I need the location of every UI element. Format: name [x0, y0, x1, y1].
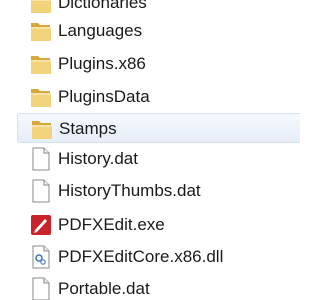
file-row-history-dat[interactable]: History.dat: [17, 144, 300, 174]
file-icon: [30, 179, 52, 203]
file-row-languages[interactable]: Languages: [17, 16, 300, 46]
file-row-label: Plugins.x86: [58, 54, 146, 73]
file-row-label: History.dat: [58, 149, 138, 168]
file-row-label: Languages: [58, 21, 143, 40]
file-row-stamps[interactable]: Stamps: [17, 113, 300, 143]
file-row-pdfxedit-exe[interactable]: PDFXEdit.exe: [17, 210, 300, 240]
file-icon: [30, 147, 52, 171]
folder-icon: [30, 52, 52, 76]
file-row-label: PluginsData: [58, 87, 150, 106]
dll-file-icon: [30, 245, 52, 269]
file-list: Dictionaries Languages Plugins.x86 Plugi…: [0, 0, 300, 300]
folder-icon: [30, 19, 52, 43]
file-row-label: Portable.dat: [58, 279, 150, 298]
folder-icon: [31, 117, 53, 141]
file-row-label: PDFXEditCore.x86.dll: [58, 247, 224, 266]
file-row-historythumbs-dat[interactable]: HistoryThumbs.dat: [17, 176, 300, 206]
file-row-label: Stamps: [59, 119, 117, 138]
file-row-label: HistoryThumbs.dat: [58, 181, 201, 200]
file-row-pdfxeditcore-dll[interactable]: PDFXEditCore.x86.dll: [17, 242, 300, 272]
folder-icon: [30, 85, 52, 109]
file-row-portable-dat[interactable]: Portable.dat: [17, 274, 300, 300]
folder-icon: [30, 0, 52, 15]
file-icon: [30, 277, 52, 300]
file-row-label: PDFXEdit.exe: [58, 215, 165, 234]
pdfxedit-app-icon: [30, 213, 52, 237]
file-row-plugins-x86[interactable]: Plugins.x86: [17, 49, 300, 79]
file-row-pluginsdata[interactable]: PluginsData: [17, 82, 300, 112]
file-row-label: Dictionaries: [58, 0, 147, 12]
